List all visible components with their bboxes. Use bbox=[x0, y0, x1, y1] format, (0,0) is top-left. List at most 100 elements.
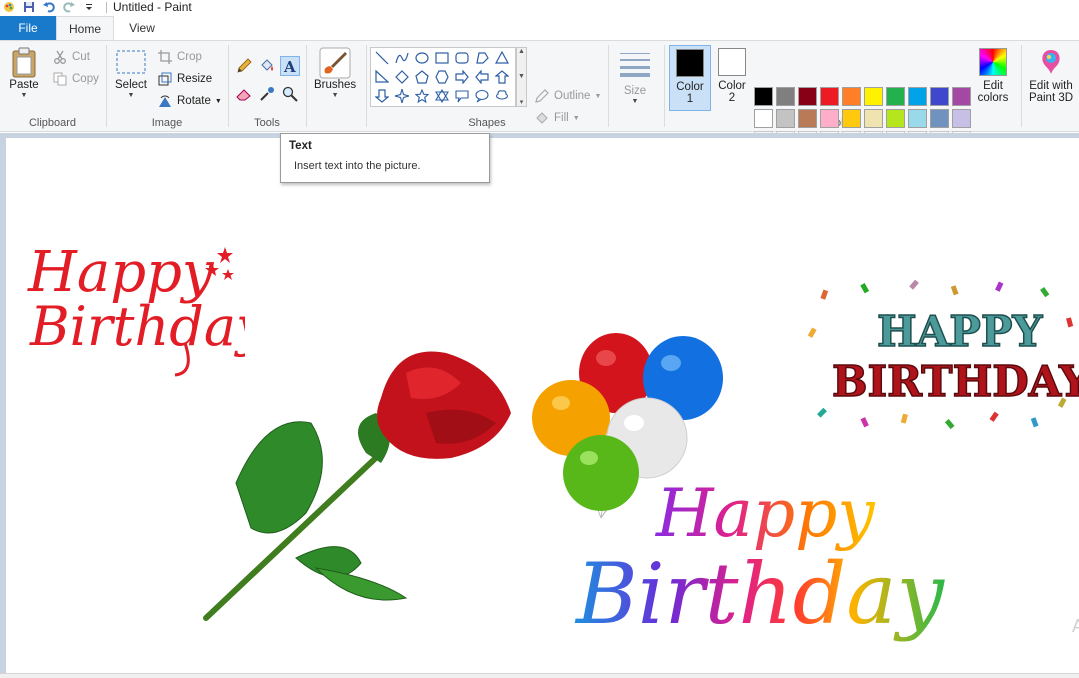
drawing-canvas[interactable]: Happy Birthday HAPPY BIRTHDAY Happy Birt… bbox=[6, 138, 1079, 678]
cut-button[interactable]: Cut bbox=[52, 49, 90, 65]
redo-icon[interactable] bbox=[62, 1, 76, 13]
triangle-shape-icon[interactable] bbox=[493, 49, 511, 67]
rainbow-script-birthday: Birthday bbox=[574, 545, 945, 643]
cloud-callout-shape-icon[interactable] bbox=[493, 87, 511, 105]
palette-color-swatch[interactable] bbox=[842, 87, 861, 106]
group-divider bbox=[1021, 45, 1022, 127]
color-picker-icon[interactable] bbox=[257, 84, 277, 104]
six-point-star-shape-icon[interactable] bbox=[433, 87, 451, 105]
undo-icon[interactable] bbox=[42, 1, 56, 13]
rotate-button[interactable]: Rotate ▼ bbox=[157, 93, 222, 109]
palette-color-swatch[interactable] bbox=[886, 87, 905, 106]
polygon-shape-icon[interactable] bbox=[473, 49, 491, 67]
expand-gallery-icon[interactable]: ▾ bbox=[520, 98, 524, 106]
palette-color-swatch[interactable] bbox=[776, 87, 795, 106]
color-1-button[interactable]: Color 1 bbox=[669, 45, 711, 111]
tab-file[interactable]: File bbox=[0, 16, 56, 40]
size-group: Size ▼ bbox=[609, 43, 663, 131]
shapes-scrollbar[interactable]: ▲ ▼ ▾ bbox=[516, 47, 527, 107]
oval-shape-icon[interactable] bbox=[413, 49, 431, 67]
palette-color-swatch[interactable] bbox=[820, 109, 839, 128]
oval-callout-shape-icon[interactable] bbox=[473, 87, 491, 105]
tools-group-label: Tools bbox=[254, 117, 280, 129]
outline-button[interactable]: Outline ▼ bbox=[534, 88, 601, 104]
down-arrow-shape-icon[interactable] bbox=[373, 87, 391, 105]
outline-label: Outline bbox=[554, 90, 591, 102]
palette-color-swatch[interactable] bbox=[776, 109, 795, 128]
paint-app-icon bbox=[2, 1, 16, 13]
rectangle-shape-icon[interactable] bbox=[433, 49, 451, 67]
diamond-shape-icon[interactable] bbox=[393, 68, 411, 86]
block-birthday-text: BIRTHDAY bbox=[832, 357, 1079, 406]
crop-button[interactable]: Crop bbox=[157, 49, 202, 65]
clipboard-icon bbox=[8, 47, 40, 79]
edit-with-paint3d-button[interactable]: Edit with Paint 3D bbox=[1024, 45, 1078, 111]
brushes-label: Brushes bbox=[314, 79, 357, 91]
crop-label: Crop bbox=[177, 51, 202, 63]
paste-button[interactable]: Paste ▼ bbox=[8, 47, 40, 99]
palette-color-swatch[interactable] bbox=[930, 109, 949, 128]
tools-group: A Tools bbox=[229, 43, 305, 131]
tab-home[interactable]: Home bbox=[56, 16, 114, 40]
palette-color-swatch[interactable] bbox=[864, 109, 883, 128]
text-tool-icon[interactable]: A bbox=[280, 56, 300, 76]
brushes-button[interactable]: Brushes ▼ bbox=[314, 47, 356, 99]
right-arrow-shape-icon[interactable] bbox=[453, 68, 471, 86]
palette-color-swatch[interactable] bbox=[842, 109, 861, 128]
palette-color-swatch[interactable] bbox=[864, 87, 883, 106]
pencil-icon[interactable] bbox=[234, 56, 254, 76]
palette-color-swatch[interactable] bbox=[908, 87, 927, 106]
resize-button[interactable]: Resize bbox=[157, 71, 212, 87]
hexagon-shape-icon[interactable] bbox=[433, 68, 451, 86]
copy-button[interactable]: Copy bbox=[52, 71, 99, 87]
palette-color-swatch[interactable] bbox=[930, 87, 949, 106]
palette-color-swatch[interactable] bbox=[798, 109, 817, 128]
color-2-button[interactable]: Color 2 bbox=[711, 45, 753, 111]
tab-view[interactable]: View bbox=[114, 16, 170, 40]
paste-label: Paste bbox=[9, 79, 39, 91]
eraser-icon[interactable] bbox=[234, 84, 254, 104]
size-label: Size bbox=[623, 85, 647, 97]
customize-toolbar-icon[interactable] bbox=[82, 1, 96, 13]
clipboard-group-label: Clipboard bbox=[28, 117, 77, 129]
select-button[interactable]: Select ▼ bbox=[115, 47, 147, 99]
brushes-dropdown-icon: ▼ bbox=[331, 92, 339, 99]
size-button[interactable]: Size ▼ bbox=[619, 47, 651, 105]
fill-button[interactable]: Fill ▼ bbox=[534, 110, 580, 126]
left-arrow-shape-icon[interactable] bbox=[473, 68, 491, 86]
pentagon-shape-icon[interactable] bbox=[413, 68, 431, 86]
save-icon[interactable] bbox=[22, 1, 36, 13]
color-wheel-icon bbox=[979, 48, 1007, 76]
paint3d-icon bbox=[1037, 48, 1065, 76]
resize-label: Resize bbox=[177, 73, 213, 85]
tooltip-description: Insert text into the picture. bbox=[294, 160, 421, 172]
palette-color-swatch[interactable] bbox=[886, 109, 905, 128]
status-bar bbox=[0, 673, 1079, 678]
four-point-star-shape-icon[interactable] bbox=[393, 87, 411, 105]
curve-shape-icon[interactable] bbox=[393, 49, 411, 67]
select-dropdown-icon: ▼ bbox=[127, 92, 135, 99]
paint3d-label-2: Paint 3D bbox=[1028, 92, 1074, 104]
magnifier-icon[interactable] bbox=[280, 84, 300, 104]
block-happy-text: HAPPY bbox=[877, 307, 1043, 356]
up-arrow-shape-icon[interactable] bbox=[493, 68, 511, 86]
five-point-star-shape-icon[interactable] bbox=[413, 87, 431, 105]
scroll-up-icon[interactable]: ▲ bbox=[518, 48, 525, 55]
edit-colors-button[interactable]: Edit colors bbox=[974, 45, 1012, 111]
fill-bucket-icon[interactable] bbox=[257, 56, 277, 76]
palette-color-swatch[interactable] bbox=[952, 109, 971, 128]
rect-callout-shape-icon[interactable] bbox=[453, 87, 471, 105]
scroll-down-icon[interactable]: ▼ bbox=[518, 73, 525, 80]
right-triangle-shape-icon[interactable] bbox=[373, 68, 391, 86]
palette-color-swatch[interactable] bbox=[754, 109, 773, 128]
line-shape-icon[interactable] bbox=[373, 49, 391, 67]
palette-color-swatch[interactable] bbox=[820, 87, 839, 106]
palette-color-swatch[interactable] bbox=[754, 87, 773, 106]
rounded-rectangle-shape-icon[interactable] bbox=[453, 49, 471, 67]
rotate-icon bbox=[157, 93, 173, 109]
palette-color-swatch[interactable] bbox=[908, 109, 927, 128]
size-dropdown-icon: ▼ bbox=[631, 98, 639, 105]
palette-color-swatch[interactable] bbox=[952, 87, 971, 106]
window-title: Untitled - Paint bbox=[113, 0, 192, 14]
palette-color-swatch[interactable] bbox=[798, 87, 817, 106]
